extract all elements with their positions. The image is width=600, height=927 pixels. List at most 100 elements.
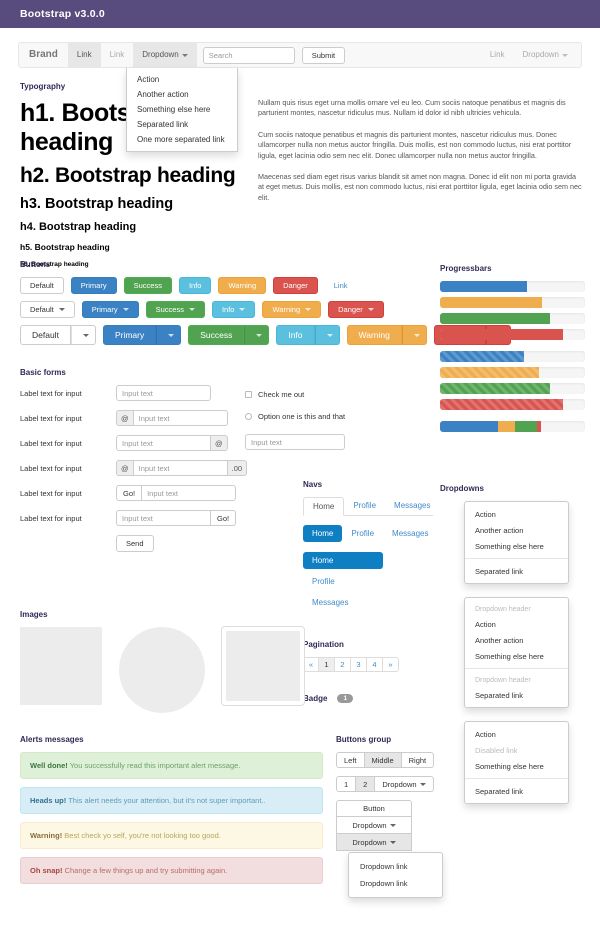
checkbox-input[interactable] [245,391,252,398]
page-next[interactable]: » [383,657,399,672]
menu-item[interactable]: One more separated link [127,132,237,147]
go-button[interactable]: Go! [211,510,237,526]
standalone-text-input[interactable]: Input text [245,434,345,450]
page-4[interactable]: 4 [367,657,383,672]
button-1[interactable]: 1 [336,776,357,792]
text-input[interactable]: Input text [141,485,237,501]
dropdown-item[interactable]: Something else here [465,648,568,664]
stacked-pill-profile[interactable]: Profile [303,573,383,590]
tab-home[interactable]: Home [303,497,345,516]
dropdown-button-default[interactable]: Default [20,301,75,318]
button-right[interactable]: Right [401,752,435,768]
split-main[interactable]: Primary [102,325,157,345]
dropdown-item[interactable]: Separated link [465,783,568,799]
dropdown-button-primary[interactable]: Primary [81,301,139,318]
split-toggle[interactable] [244,325,270,345]
vertical-dropdown-1[interactable]: Dropdown [336,817,412,834]
button-success[interactable]: Success [123,277,172,294]
heading-h5: h5. Bootstrap heading [20,242,110,252]
button-primary[interactable]: Primary [70,277,117,294]
page-1[interactable]: 1 [319,657,335,672]
text-input[interactable]: Input text [132,410,228,426]
dropdown-item[interactable]: Action [465,506,568,522]
radio-input[interactable] [245,413,252,420]
navbar-link-2[interactable]: Link [101,43,134,67]
menu-item[interactable]: Dropdown link [349,875,442,892]
menu-item[interactable]: Something else here [127,102,237,117]
radio-label: Option one is this and that [258,412,346,421]
dropdown-item[interactable]: Something else here [465,538,568,554]
alert-text: Change a few things up and try submittin… [62,866,228,875]
dropdown-item[interactable]: Something else here [465,758,568,774]
dropdown-button-info[interactable]: Info [211,301,256,318]
heading-h4: h4. Bootstrap heading [20,221,137,233]
chevron-down-icon [168,333,175,337]
checkbox-row[interactable]: Check me out [245,390,385,399]
split-main[interactable]: Default [20,325,71,345]
button-link[interactable]: Link [325,277,357,294]
button-group-dropdown[interactable]: Dropdown [375,776,434,792]
tab-messages[interactable]: Messages [385,497,439,515]
pill-profile[interactable]: Profile [342,525,383,542]
button-middle[interactable]: Middle [364,752,402,768]
navbar-dropdown-toggle[interactable]: Dropdown [133,43,197,67]
stacked-pill-messages[interactable]: Messages [303,594,383,611]
pill-home[interactable]: Home [303,525,343,542]
menu-item[interactable]: Action [127,72,237,87]
dropdown-button-success[interactable]: Success [145,301,205,318]
progress-fill [440,367,539,378]
button-warning[interactable]: Warning [218,277,267,294]
dropdown-item[interactable]: Action [465,726,568,742]
image-placeholder-square [20,627,102,705]
split-main[interactable]: Info [276,325,315,345]
pill-messages[interactable]: Messages [383,525,437,542]
dropdown-item[interactable]: Another action [465,522,568,538]
vertical-dropdown-2[interactable]: Dropdown [336,834,412,851]
dropdown-item[interactable]: Action [465,616,568,632]
navbar-right-dropdown[interactable]: Dropdown [514,43,577,67]
input-label: Label text for input [20,488,82,498]
menu-item[interactable]: Separated link [127,117,237,132]
text-input[interactable]: Input text [132,460,228,476]
menu-item[interactable]: Dropdown link [349,858,442,875]
radio-row[interactable]: Option one is this and that [245,412,385,421]
dropdown-item[interactable]: Another action [465,632,568,648]
tab-profile[interactable]: Profile [344,497,385,515]
chevron-down-icon [367,308,374,311]
dropdown-button-danger[interactable]: Danger [328,301,384,318]
dropdown-button-warning[interactable]: Warning [262,301,322,318]
chevron-down-icon [389,840,396,844]
navbar-brand[interactable]: Brand [19,43,68,67]
navbar-link-1[interactable]: Link [67,43,101,67]
button-default[interactable]: Default [20,277,64,294]
split-main[interactable]: Success [188,325,245,345]
send-button[interactable]: Send [116,535,154,552]
button-left[interactable]: Left [336,752,365,768]
vertical-button[interactable]: Button [336,800,412,817]
button-danger[interactable]: Danger [273,277,318,294]
button-info[interactable]: Info [178,277,212,294]
navbar-search-input[interactable]: Search [202,46,295,64]
navbar-submit-button[interactable]: Submit [301,46,346,64]
dropdown-item[interactable]: Separated link [465,563,568,579]
go-button[interactable]: Go! [116,485,142,501]
navbar-right-link[interactable]: Link [481,43,514,67]
split-main[interactable]: Warning [346,325,402,345]
button-2[interactable]: 2 [356,776,376,792]
page-3[interactable]: 3 [351,657,367,672]
split-toggle[interactable] [156,325,182,345]
alert-text: Best check yo self, you're not looking t… [62,831,221,840]
page-2[interactable]: 2 [335,657,351,672]
split-toggle[interactable] [401,325,427,345]
split-toggle[interactable] [70,325,96,345]
stacked-pill-home[interactable]: Home [303,552,383,569]
text-input[interactable]: Input text [116,435,211,451]
dropdown-item[interactable]: Separated link [465,687,568,703]
navbar-dropdown-menu: Action Another action Something else her… [126,68,238,152]
alert-strong: Oh snap! [30,866,63,875]
progress-fill [440,297,542,308]
split-toggle[interactable] [314,325,340,345]
menu-item[interactable]: Another action [127,87,237,102]
text-input[interactable]: Input text [116,510,211,526]
text-input[interactable]: Input text [116,385,211,401]
